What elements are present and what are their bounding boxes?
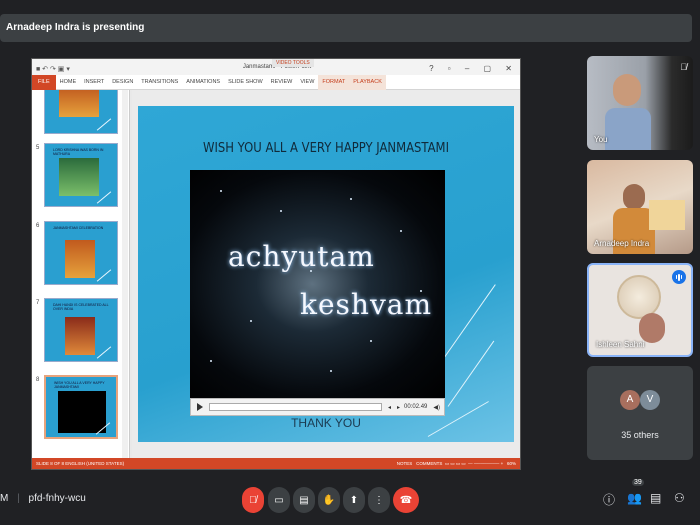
phone-hangup-icon: ☎ <box>399 494 413 506</box>
present-icon: ⬆ <box>349 494 359 506</box>
video-text-achyutam: achyutam <box>228 240 375 273</box>
participant-tile-ishleen[interactable]: Ishleen Sahni <box>587 263 693 357</box>
participant-name: Arnadeep Indra <box>594 239 650 248</box>
tab-view[interactable]: VIEW <box>296 75 318 90</box>
avatar: A <box>620 390 640 410</box>
slide-thumbnail[interactable]: 6 JANMASHTAMI CELEBRATION <box>32 221 124 291</box>
slide-editor: WISH YOU ALL A VERY HAPPY JANMASTAMI THA… <box>132 90 520 460</box>
mic-off-icon: 🎙̸ <box>680 62 687 72</box>
forward-icon[interactable]: ▸ <box>397 404 400 411</box>
thumbnail-caption: JANMASHTAMI CELEBRATION <box>53 226 104 230</box>
activities-icon[interactable]: ⚇ <box>674 491 685 505</box>
participant-tile-others[interactable]: A V 35 others <box>587 366 693 460</box>
slide-thumbnail[interactable]: 7 DAHI HANDI IS CELEBRATED ALL OVER INDI… <box>32 298 124 368</box>
slide-behind-text: THANK YOU <box>291 416 361 430</box>
status-slide-info: SLIDE 8 OF 8 ENGLISH (UNITED STATES) <box>36 461 125 466</box>
thumbnail-scrollbar[interactable] <box>122 90 128 460</box>
camera-icon: ▭ <box>274 494 284 506</box>
tab-slide-show[interactable]: SLIDE SHOW <box>224 75 267 90</box>
thumbnail-caption: WISH YOU ALL A VERY HAPPY JANMASHTAMI <box>54 381 105 389</box>
video-control-bar: ◂ ▸ 00:02.49 ◀) <box>190 398 445 416</box>
ppt-status-bar: SLIDE 8 OF 8 ENGLISH (UNITED STATES) NOT… <box>32 458 520 469</box>
participant-name: You <box>594 135 608 144</box>
meeting-details: M | pfd-fnhy-wcu <box>0 493 86 504</box>
ribbon-tabs: FILE HOME INSERT DESIGN TRANSITIONS ANIM… <box>32 74 520 90</box>
video-seek-bar[interactable] <box>209 403 382 411</box>
participant-count-badge: 39 <box>632 479 644 486</box>
hand-icon: ✋ <box>322 494 336 506</box>
slide-number: 8 <box>36 377 40 383</box>
slide-number: 5 <box>36 145 40 151</box>
shared-screen-powerpoint: ■ ↶ ↷ ▣ ▾ Janmastami - PowerPoint VIDEO … <box>31 58 521 470</box>
zoom-level[interactable]: 60% <box>507 461 516 466</box>
meeting-code: pfd-fnhy-wcu <box>28 493 86 504</box>
captions-button[interactable]: ▤ <box>293 487 315 513</box>
tab-format[interactable]: FORMAT <box>318 74 350 90</box>
tab-insert[interactable]: INSERT <box>80 75 108 90</box>
more-vert-icon: ⋮ <box>374 494 384 506</box>
present-button[interactable]: ⬆ <box>343 487 365 513</box>
video-tools-label: VIDEO TOOLS <box>272 59 314 67</box>
leave-call-button[interactable]: ☎ <box>393 487 419 513</box>
tab-transitions[interactable]: TRANSITIONS <box>137 75 182 90</box>
video-time: 00:02.49 <box>404 404 428 410</box>
others-count-label: 35 others <box>621 430 659 440</box>
slide-number: 7 <box>36 300 40 306</box>
participant-tile-arnadeep[interactable]: Arnadeep Indra <box>587 160 693 254</box>
slide-thumbnail-pane: 5 LORD KRISHNA WAS BORN IN MATHURA 6 JAN… <box>32 90 130 460</box>
participant-name: Ishleen Sahni <box>596 340 645 349</box>
comments-button[interactable]: COMMENTS <box>416 461 442 466</box>
slide-thumbnail[interactable] <box>32 90 124 150</box>
avatar: V <box>640 390 660 410</box>
more-options-button[interactable]: ⋮ <box>368 487 390 513</box>
slide-title[interactable]: WISH YOU ALL A VERY HAPPY JANMASTAMI <box>164 140 487 156</box>
participant-tile-you[interactable]: 🎙̸ You <box>587 56 693 150</box>
tab-playback[interactable]: PLAYBACK <box>349 74 386 90</box>
tab-animations[interactable]: ANIMATIONS <box>182 75 224 90</box>
meet-control-bar: M | pfd-fnhy-wcu 🎙̸ ▭ ▤ ✋ ⬆ ⋮ ☎ ⓘ 👥 39 ▤… <box>0 473 700 525</box>
tab-home[interactable]: HOME <box>56 75 81 90</box>
current-slide[interactable]: WISH YOU ALL A VERY HAPPY JANMASTAMI THA… <box>138 106 514 442</box>
speaking-indicator-icon <box>672 270 686 284</box>
notes-button[interactable]: NOTES <box>397 461 413 466</box>
mic-off-icon: 🎙̸ <box>249 494 257 506</box>
thumbnail-caption: DAHI HANDI IS CELEBRATED ALL OVER INDIA <box>53 303 109 311</box>
raise-hand-button[interactable]: ✋ <box>318 487 340 513</box>
chat-icon[interactable]: ▤ <box>650 491 661 505</box>
embedded-video[interactable]: achyutam keshvam <box>190 170 445 398</box>
play-icon[interactable] <box>197 403 203 411</box>
rewind-icon[interactable]: ◂ <box>388 404 391 411</box>
slide-thumbnail[interactable]: 5 LORD KRISHNA WAS BORN IN MATHURA <box>32 143 124 213</box>
volume-icon[interactable]: ◀) <box>433 404 440 411</box>
captions-icon: ▤ <box>299 494 309 506</box>
tab-review[interactable]: REVIEW <box>267 75 297 90</box>
info-icon[interactable]: ⓘ <box>603 491 615 508</box>
slide-thumbnail-selected[interactable]: 8 WISH YOU ALL A VERY HAPPY JANMASHTAMI <box>32 375 124 445</box>
slide-number: 6 <box>36 223 40 229</box>
tab-file[interactable]: FILE <box>32 74 56 90</box>
thumbnail-caption: LORD KRISHNA WAS BORN IN MATHURA <box>53 148 104 156</box>
tab-design[interactable]: DESIGN <box>108 75 137 90</box>
ppt-workspace: 5 LORD KRISHNA WAS BORN IN MATHURA 6 JAN… <box>32 90 520 460</box>
presenting-banner: Arnadeep Indra is presenting <box>0 14 692 42</box>
mic-toggle-button[interactable]: 🎙̸ <box>242 487 264 513</box>
camera-toggle-button[interactable]: ▭ <box>268 487 290 513</box>
ppt-title-bar: ■ ↶ ↷ ▣ ▾ Janmastami - PowerPoint VIDEO … <box>32 59 520 75</box>
meet-top-bar: Arnadeep Indra is presenting <box>0 0 700 56</box>
people-icon[interactable]: 👥 <box>627 491 642 505</box>
meeting-time: M <box>0 493 9 504</box>
video-text-keshvam: keshvam <box>300 288 433 321</box>
